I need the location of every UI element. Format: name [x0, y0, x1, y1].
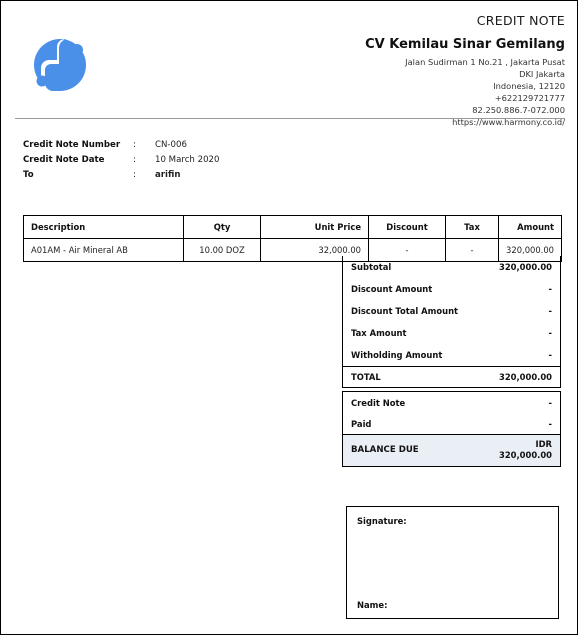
cell-description: A01AM - Air Mineral AB	[23, 238, 184, 262]
company-phone: +622129721777	[494, 92, 565, 103]
totals-label: Discount Amount	[351, 284, 433, 294]
company-address-line-1: Jalan Sudirman 1 No.21 , Jakarta Pusat	[405, 56, 565, 67]
harmony-logo-icon	[34, 39, 86, 91]
balance-due-label: BALANCE DUE	[351, 444, 419, 455]
balance-block: Credit Note - Paid - BALANCE DUE IDR 320…	[342, 391, 561, 467]
totals-value: -	[548, 306, 552, 316]
totals-row-total: TOTAL 320,000.00	[343, 366, 560, 387]
meta-separator: :	[133, 155, 136, 165]
column-header-qty: Qty	[183, 215, 261, 239]
meta-row: Credit Note Date : 10 March 2020	[23, 155, 323, 170]
meta-separator: :	[133, 170, 136, 180]
totals-value: -	[548, 284, 552, 294]
totals-block: Subtotal 320,000.00 Discount Amount - Di…	[342, 256, 561, 388]
cell-qty: 10.00 DOZ	[183, 238, 261, 262]
column-header-discount: Discount	[368, 215, 446, 239]
column-header-tax: Tax	[445, 215, 499, 239]
meta-row: To : arifin	[23, 170, 323, 185]
totals-row-discount-total-amount: Discount Total Amount -	[343, 300, 560, 322]
totals-value: -	[548, 328, 552, 338]
totals-label: Subtotal	[351, 262, 392, 272]
totals-row-tax-amount: Tax Amount -	[343, 322, 560, 344]
column-header-unit-price: Unit Price	[260, 215, 369, 239]
totals-value: -	[548, 350, 552, 360]
line-items-table: Description Qty Unit Price Discount Tax …	[23, 215, 562, 262]
total-label: TOTAL	[351, 372, 381, 382]
company-tax-id: 82.250.886.7-072.000	[472, 104, 565, 115]
company-address-line-2: DKI Jakarta	[519, 68, 565, 79]
totals-label: Witholding Amount	[351, 350, 443, 360]
credit-note-date-value: 10 March 2020	[155, 155, 220, 165]
totals-label: Tax Amount	[351, 328, 407, 338]
table-header-row: Description Qty Unit Price Discount Tax …	[23, 215, 562, 239]
company-info-block: CREDIT NOTE CV Kemilau Sinar Gemilang Ja…	[365, 13, 565, 128]
balance-row-paid: Paid -	[343, 413, 560, 434]
balance-due-amount-block: IDR 320,000.00	[499, 439, 552, 461]
signature-label: Signature:	[357, 516, 407, 526]
name-label: Name:	[357, 600, 388, 610]
column-header-description: Description	[23, 215, 184, 239]
balance-value: -	[548, 397, 552, 408]
balance-due-row: BALANCE DUE IDR 320,000.00	[343, 434, 560, 466]
totals-row-witholding-amount: Witholding Amount -	[343, 344, 560, 366]
balance-label: Credit Note	[351, 397, 406, 408]
meta-label: Credit Note Date	[23, 155, 105, 165]
credit-note-page: CREDIT NOTE CV Kemilau Sinar Gemilang Ja…	[0, 0, 578, 635]
company-address-line-3: Indonesia, 12120	[493, 80, 565, 91]
balance-due-currency: IDR	[535, 439, 552, 449]
totals-row-subtotal: Subtotal 320,000.00	[343, 256, 560, 278]
credit-note-meta: Credit Note Number : CN-006 Credit Note …	[23, 140, 323, 185]
meta-row: Credit Note Number : CN-006	[23, 140, 323, 155]
balance-value: -	[548, 418, 552, 429]
document-type-title: CREDIT NOTE	[476, 13, 565, 28]
signature-box: Signature: Name:	[346, 506, 559, 619]
meta-separator: :	[133, 140, 136, 150]
balance-due-amount: 320,000.00	[499, 449, 552, 460]
credit-note-number-value: CN-006	[155, 140, 187, 150]
meta-label: To	[23, 170, 34, 180]
recipient-name-value: arifin	[155, 170, 181, 180]
totals-label: Discount Total Amount	[351, 306, 459, 316]
document-header: CREDIT NOTE CV Kemilau Sinar Gemilang Ja…	[1, 1, 577, 127]
balance-row-credit-note: Credit Note -	[343, 392, 560, 413]
company-name: CV Kemilau Sinar Gemilang	[365, 36, 565, 52]
totals-value: 320,000.00	[499, 262, 552, 272]
balance-label: Paid	[351, 418, 372, 429]
total-value: 320,000.00	[499, 372, 552, 382]
meta-label: Credit Note Number	[23, 140, 121, 150]
column-header-amount: Amount	[498, 215, 562, 239]
company-logo	[29, 34, 91, 96]
totals-row-discount-amount: Discount Amount -	[343, 278, 560, 300]
header-divider	[15, 118, 565, 119]
